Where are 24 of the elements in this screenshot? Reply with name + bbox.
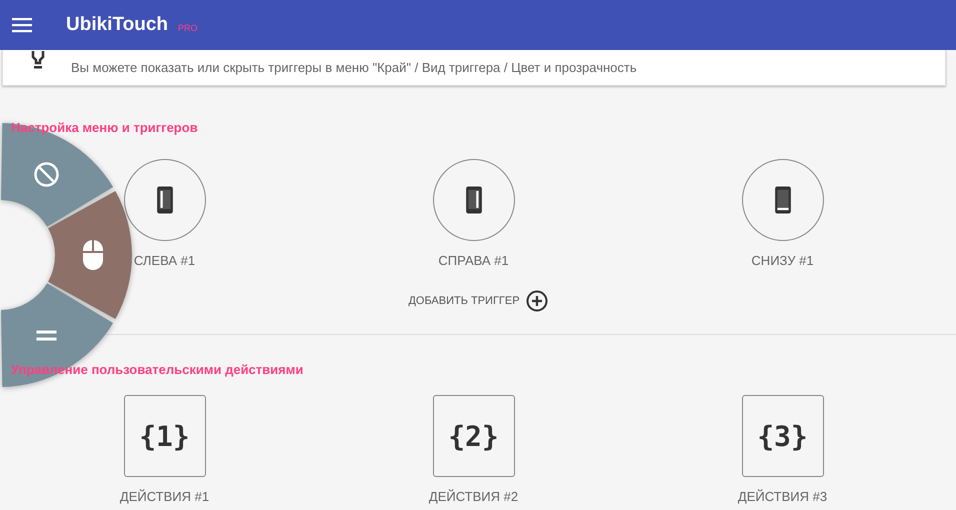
action-button[interactable]: {2} [432, 395, 514, 477]
phone-icon [464, 185, 482, 215]
trigger-label: СЛЕВА #1 [134, 253, 196, 268]
action-button[interactable]: {1} [124, 395, 206, 477]
phone-icon [156, 185, 174, 215]
lightbulb-icon [29, 50, 47, 68]
action-label: ДЕЙСТВИЯ #2 [428, 489, 518, 504]
phone-icon [774, 185, 792, 215]
trigger-button[interactable] [432, 159, 514, 241]
equals-icon [36, 330, 56, 341]
hint-text: Вы можете показать или скрыть триггеры в меню "Край" / Вид триггера / Цвет и прозрачность [71, 60, 637, 75]
action-button[interactable]: {3} [742, 395, 824, 477]
plus-circle-icon [526, 290, 548, 312]
app-title: UbikiTouch [66, 14, 168, 36]
trigger-label: СПРАВА #1 [438, 253, 509, 268]
trigger-label: СНИЗУ #1 [751, 253, 814, 268]
menu-icon[interactable] [12, 17, 32, 33]
action-label: ДЕЙСТВИЯ #1 [120, 489, 210, 504]
action-label: ДЕЙСТВИЯ #3 [738, 489, 828, 504]
prohibited-icon [34, 162, 59, 187]
pie-menu-segment[interactable] [48, 191, 132, 319]
add-trigger-button[interactable]: ДОБАВИТЬ ТРИГГЕР [406, 288, 550, 314]
pro-label: PRO [178, 23, 198, 33]
trigger-button[interactable] [742, 159, 824, 241]
